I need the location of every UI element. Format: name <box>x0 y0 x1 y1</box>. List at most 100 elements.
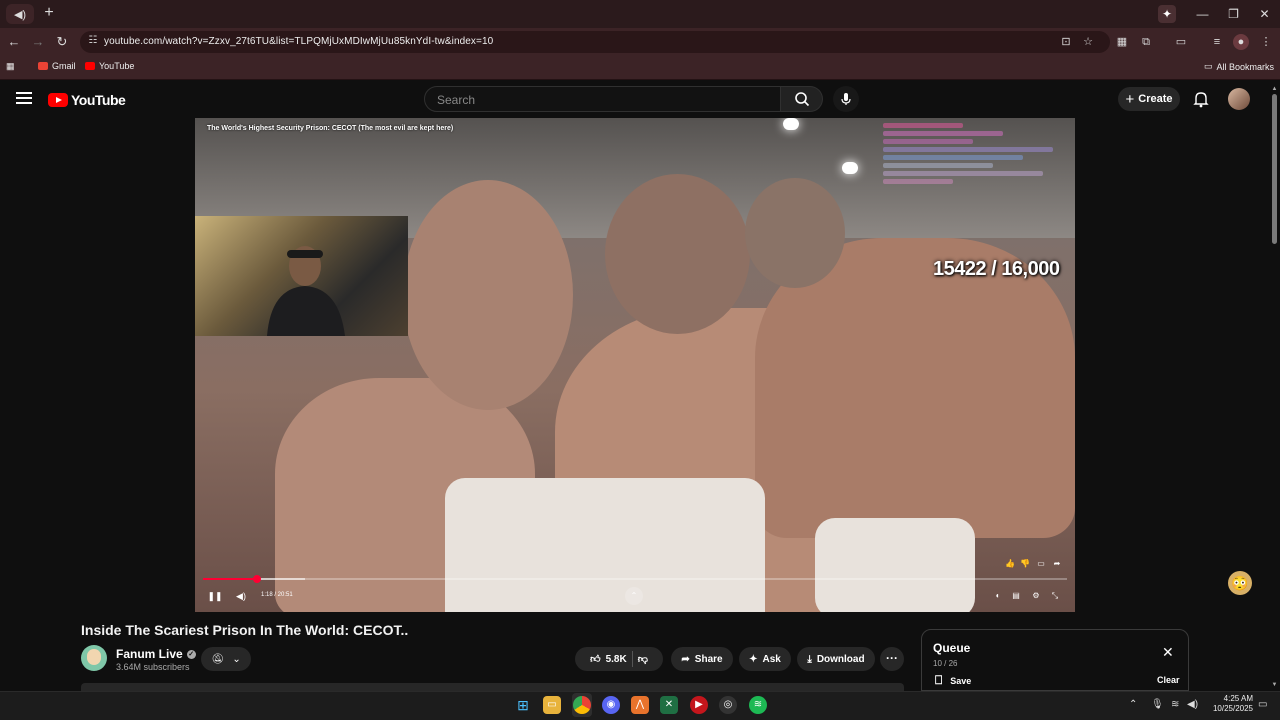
restore-icon[interactable]: ❐ <box>1218 0 1249 28</box>
gemini-icon[interactable]: ✦ <box>1158 5 1176 23</box>
settings-gear-icon[interactable]: ⚙ <box>1030 590 1042 602</box>
excel-icon[interactable]: ✕ <box>660 696 678 714</box>
video-player[interactable]: The World's Highest Security Prison: CEC… <box>195 118 1075 612</box>
video-progress-bar[interactable] <box>203 575 1067 583</box>
video-overlay-title: The World's Highest Security Prison: CEC… <box>207 125 454 132</box>
scroll-down-icon[interactable]: ▼ <box>1271 682 1278 688</box>
app-icon[interactable]: ⋀ <box>631 696 649 714</box>
discord-icon[interactable]: ◉ <box>602 696 620 714</box>
minimize-icon[interactable]: — <box>1187 0 1218 28</box>
puzzle-icon[interactable]: ⧉ <box>1138 34 1154 50</box>
plus-icon: + <box>1125 90 1135 108</box>
reload-icon[interactable]: ↻ <box>54 34 70 50</box>
ask-button[interactable]: ✦ Ask <box>739 647 791 671</box>
notification-center-icon[interactable]: ▭ <box>1258 699 1267 710</box>
tray-volume-icon[interactable]: ◀) <box>1187 699 1198 710</box>
sparkle-icon: ✦ <box>749 653 758 665</box>
channel-avatar[interactable] <box>81 645 107 671</box>
chat-line <box>883 163 993 168</box>
video-scene-light <box>783 118 799 130</box>
search-button[interactable] <box>781 86 823 112</box>
verified-check-icon: ✓ <box>186 649 196 659</box>
extension-icon[interactable]: ▦ <box>1114 34 1130 50</box>
browser-tab[interactable]: ◀) <box>6 4 34 24</box>
app-notify-icon[interactable]: ◎ <box>719 696 737 714</box>
like-overlay-icon[interactable]: 👍 <box>1004 558 1016 570</box>
emoji-avatar-icon[interactable]: 😳 <box>1228 571 1252 595</box>
stream-chat-overlay <box>883 120 1073 230</box>
forward-icon[interactable]: → <box>30 34 46 50</box>
notifications-bell-icon[interactable] <box>1192 90 1210 108</box>
side-panel-icon[interactable]: ▭ <box>1173 34 1189 50</box>
pause-icon[interactable]: ❚❚ <box>207 589 222 603</box>
menu-hamburger-icon[interactable] <box>16 92 32 104</box>
wifi-icon[interactable]: ≋ <box>1171 699 1179 710</box>
more-actions-icon[interactable]: ··· <box>880 647 904 671</box>
bookmark-gmail[interactable]: Gmail <box>38 61 76 71</box>
spotify-icon[interactable]: ≋ <box>749 696 767 714</box>
subtitles-icon[interactable]: ▤ <box>1010 590 1022 602</box>
microphone-icon <box>841 93 851 105</box>
youtube-logo[interactable]: YouTube <box>48 92 126 108</box>
video-scene-head <box>605 174 750 334</box>
system-clock[interactable]: 4:25 AM 10/25/2025 <box>1207 694 1253 714</box>
dislike-button[interactable]: 👎︎ <box>638 653 648 665</box>
menu-dots-icon[interactable]: ⋮ <box>1258 34 1274 50</box>
like-count: 5.8K <box>605 653 627 665</box>
bookmark-star-icon[interactable]: ☆ <box>1080 34 1096 50</box>
bookmark-youtube[interactable]: YouTube <box>85 61 134 71</box>
new-tab-button[interactable]: + <box>40 4 58 22</box>
page-scrollbar[interactable]: ▲ ▼ <box>1271 86 1278 688</box>
subscribed-notifications-button[interactable]: 🔕︎ ⌄ <box>201 647 251 671</box>
expand-up-icon[interactable]: ⌃ <box>625 587 643 605</box>
like-button[interactable]: 👍︎ 5.8K <box>590 653 627 666</box>
scrollbar-thumb[interactable] <box>1272 94 1277 244</box>
url-text[interactable]: youtube.com/watch?v=Zzxv_27t6TU&list=TLP… <box>104 36 493 47</box>
video-counter-overlay: 15422 / 16,000 <box>933 258 1060 280</box>
install-app-icon[interactable]: ⊡ <box>1058 34 1074 50</box>
queue-save-button[interactable]: ⎕ Save <box>935 673 971 688</box>
media-control-icon[interactable]: ≡ <box>1209 34 1225 50</box>
scrubber-handle[interactable] <box>252 575 261 583</box>
create-button[interactable]: + Create <box>1118 87 1180 111</box>
back-icon[interactable]: ← <box>6 34 22 50</box>
chat-line <box>883 171 1043 176</box>
close-window-icon[interactable]: ✕ <box>1249 0 1280 28</box>
dislike-overlay-icon[interactable]: 👎 <box>1019 558 1031 570</box>
file-explorer-icon[interactable]: ▭ <box>543 696 561 714</box>
autoplay-toggle-icon[interactable]: ◐ <box>992 590 1004 602</box>
comment-overlay-icon[interactable]: ▭ <box>1035 558 1047 570</box>
queue-clear-button[interactable]: Clear <box>1157 675 1180 685</box>
volume-icon[interactable]: ◀) <box>235 589 247 603</box>
apps-grid-icon[interactable]: ▦ <box>6 61 15 72</box>
bell-off-icon: 🔕︎ <box>211 653 224 665</box>
account-avatar[interactable] <box>1228 88 1250 110</box>
media-player-icon[interactable]: ▶ <box>690 696 708 714</box>
divider <box>631 651 633 667</box>
tray-mic-icon[interactable]: 🎙︎ <box>1151 699 1164 710</box>
channel-name[interactable]: Fanum Live ✓ <box>116 647 196 661</box>
share-overlay-icon[interactable]: ➦ <box>1051 558 1063 570</box>
share-button[interactable]: ➦ Share <box>671 647 733 671</box>
create-label: Create <box>1138 93 1173 105</box>
download-button[interactable]: ⤓ Download <box>797 647 875 671</box>
close-icon[interactable]: ✕ <box>1162 644 1174 661</box>
exit-fullscreen-icon[interactable]: ⤡ <box>1049 590 1061 602</box>
chat-line <box>883 147 1053 152</box>
voice-search-button[interactable] <box>833 86 859 112</box>
profile-icon[interactable]: ● <box>1233 34 1249 50</box>
chat-line <box>883 139 973 144</box>
subscriber-count: 3.64M subscribers <box>116 662 190 672</box>
windows-start-icon[interactable]: ⊞ <box>514 696 532 714</box>
site-info-icon[interactable]: ☷ <box>86 35 100 49</box>
chrome-icon[interactable] <box>573 696 591 714</box>
video-scene-head <box>403 180 573 410</box>
buffer-bar <box>256 578 305 580</box>
tray-overflow-icon[interactable]: ⌃ <box>1129 699 1137 710</box>
search-input[interactable] <box>425 87 780 113</box>
streamer-webcam-overlay <box>195 216 408 336</box>
all-bookmarks[interactable]: ▭ All Bookmarks <box>1204 61 1274 72</box>
scroll-up-icon[interactable]: ▲ <box>1271 86 1278 92</box>
description-box[interactable] <box>81 683 904 691</box>
share-arrow-icon: ➦ <box>681 653 690 665</box>
